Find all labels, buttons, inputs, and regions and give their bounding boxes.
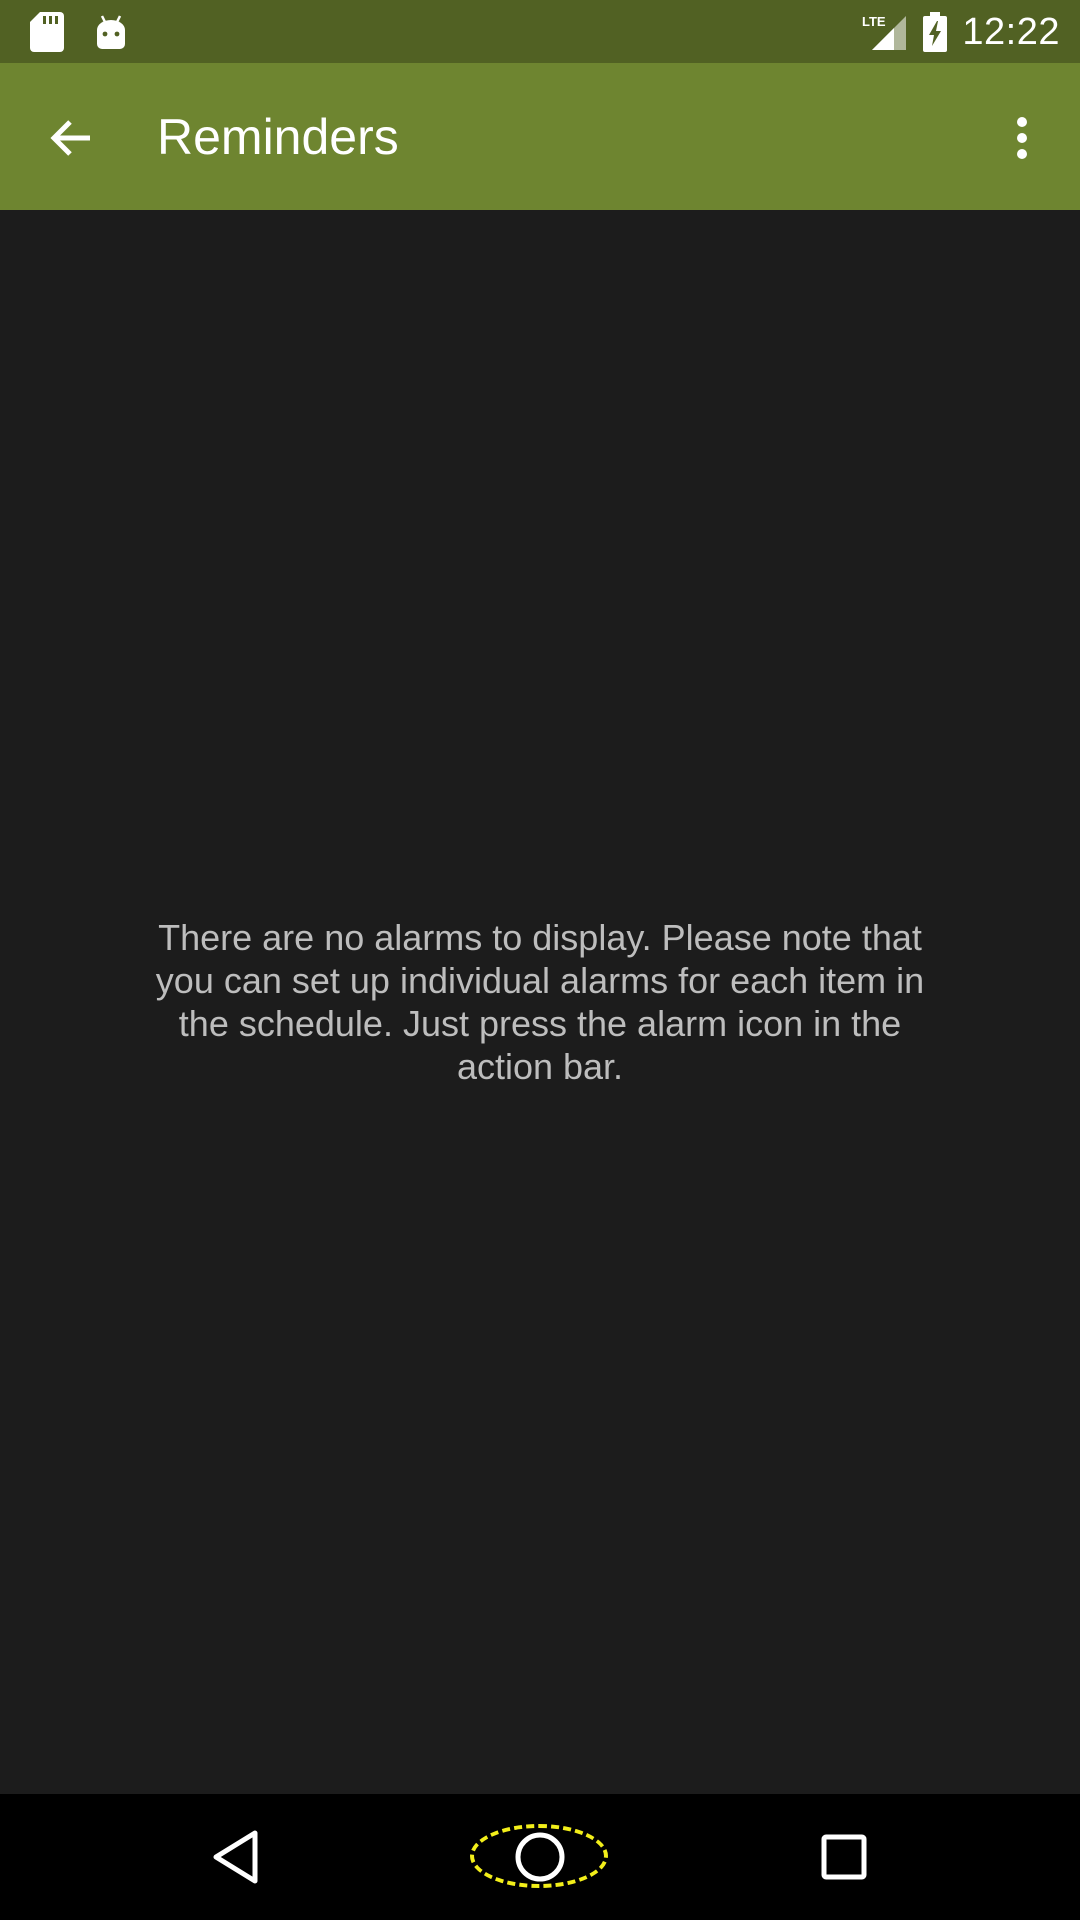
nav-home-icon <box>513 1830 567 1884</box>
status-notifications <box>30 10 128 54</box>
reminders-list-area: There are no alarms to display. Please n… <box>0 210 1080 1794</box>
status-time: 12:22 <box>962 10 1060 53</box>
arrow-back-icon <box>48 114 96 162</box>
more-vert-icon <box>1014 114 1030 162</box>
back-button[interactable] <box>36 102 108 174</box>
nav-back-button[interactable] <box>196 1817 276 1897</box>
nav-recents-button[interactable] <box>804 1817 884 1897</box>
status-bar: LTE 12:22 <box>0 0 1080 63</box>
nav-recents-icon <box>820 1833 868 1881</box>
battery-charging-icon <box>922 12 948 52</box>
status-system-icons: LTE 12:22 <box>860 8 1060 56</box>
reminders-screen: LTE 12:22 Reminders There are no alarms … <box>0 0 1080 1920</box>
app-toolbar: Reminders <box>0 63 1080 210</box>
empty-state-message: There are no alarms to display. Please n… <box>155 917 925 1087</box>
overflow-menu-button[interactable] <box>986 102 1058 174</box>
system-nav-bar <box>0 1794 1080 1920</box>
page-title: Reminders <box>157 109 399 165</box>
sd-card-icon <box>30 12 64 52</box>
android-icon <box>94 14 128 50</box>
network-label: LTE <box>862 14 886 29</box>
lte-signal-icon: LTE <box>860 12 908 52</box>
nav-back-icon <box>211 1830 261 1884</box>
nav-home-button[interactable] <box>500 1817 580 1897</box>
